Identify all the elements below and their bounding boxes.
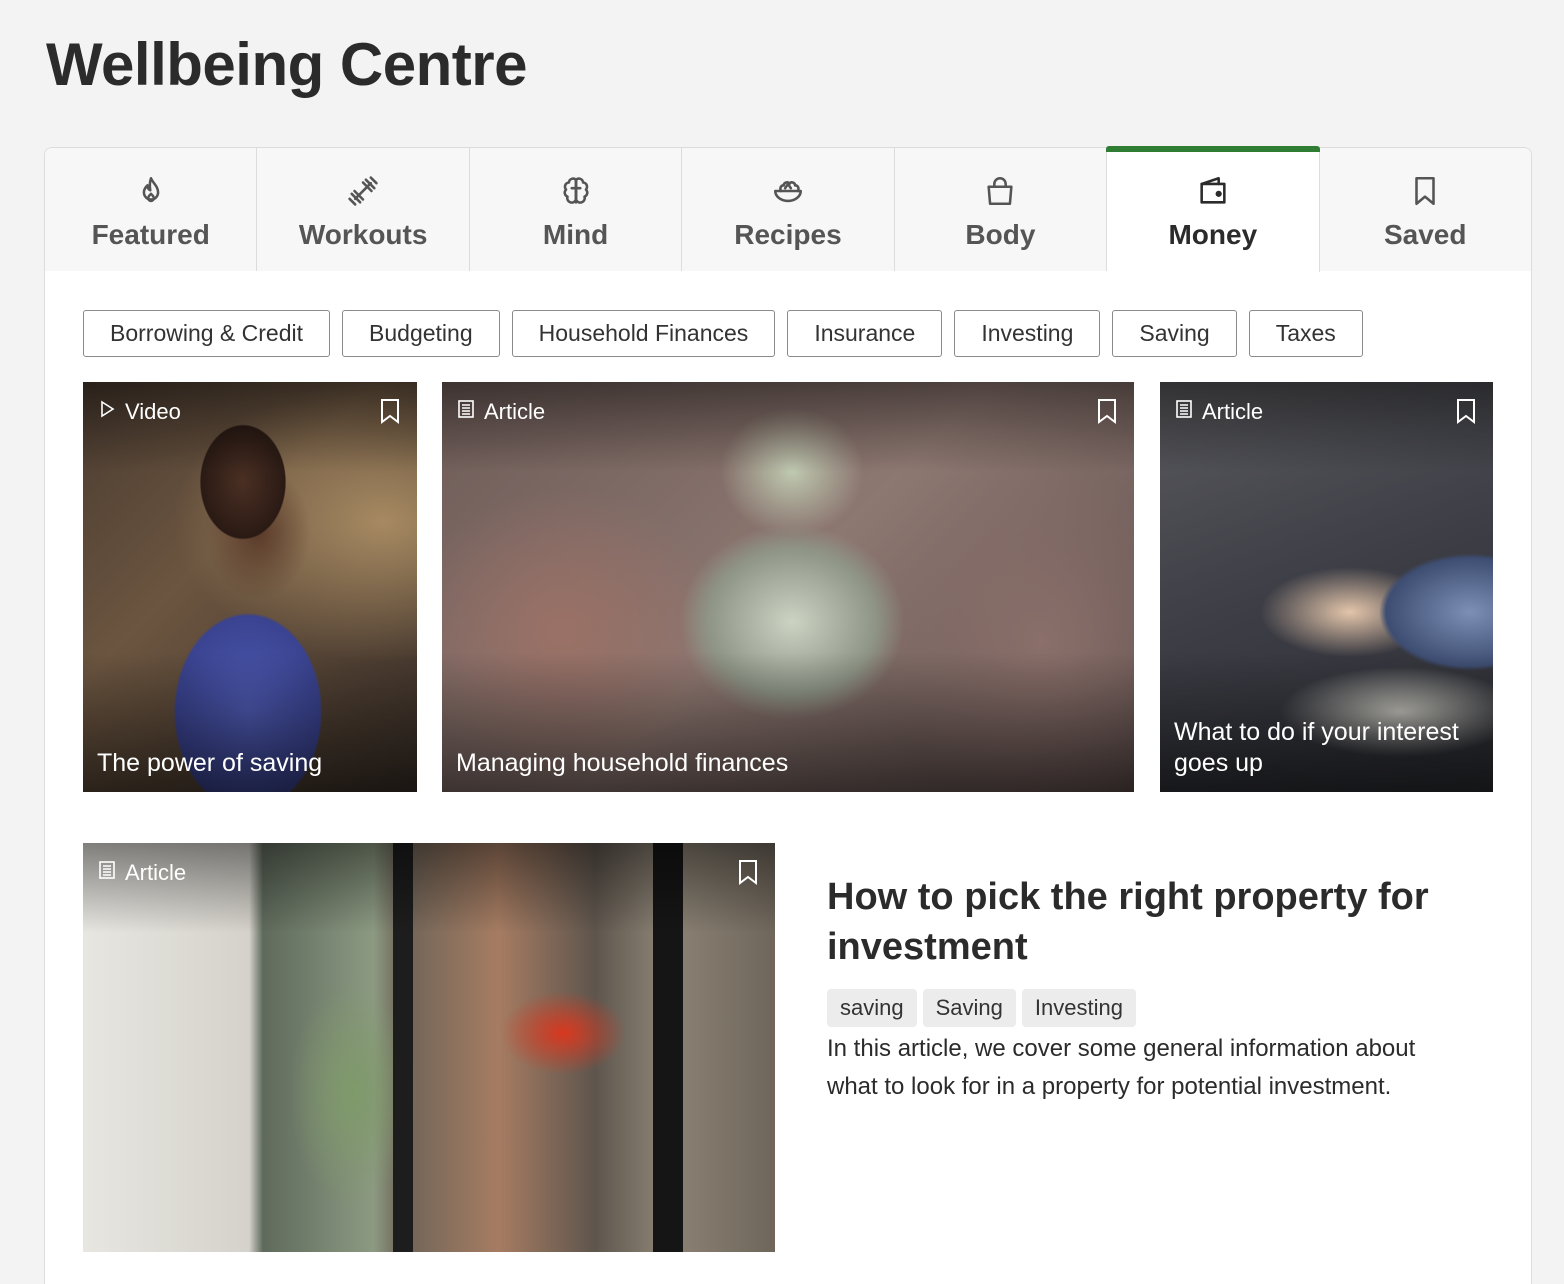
- featured-article-description: In this article, we cover some general i…: [827, 1035, 1416, 1100]
- brain-icon: [559, 174, 593, 213]
- tab-label: Saved: [1383, 219, 1467, 250]
- wallet-icon: [1196, 174, 1230, 213]
- tag: saving: [827, 989, 917, 1027]
- play-icon: [97, 399, 117, 425]
- tag: Saving: [922, 989, 1016, 1027]
- bookmark-button[interactable]: [1096, 398, 1118, 424]
- tag: Investing: [1021, 989, 1136, 1027]
- tab-label: Mind: [542, 219, 609, 250]
- tab-body[interactable]: Body: [894, 148, 1108, 271]
- content-type-label: Article: [456, 399, 545, 425]
- salad-bowl-icon: [771, 174, 805, 213]
- flame-icon: [134, 174, 168, 213]
- tab-featured[interactable]: Featured: [45, 148, 258, 271]
- dumbbell-icon: [346, 174, 380, 213]
- page-title: Wellbeing Centre: [46, 31, 527, 98]
- featured-article-title[interactable]: How to pick the right property for inves…: [827, 872, 1487, 972]
- article-icon: [97, 860, 117, 886]
- bookmark-icon: [1455, 399, 1477, 428]
- tab-saved[interactable]: Saved: [1319, 148, 1531, 271]
- filter-chip-household-finances[interactable]: Household Finances: [511, 310, 776, 357]
- tab-label: Money: [1168, 219, 1258, 250]
- tab-label: Body: [965, 219, 1036, 250]
- card-title: What to do if your interest goes up: [1174, 718, 1459, 777]
- shopping-bag-icon: [983, 174, 1017, 213]
- filter-chip-saving[interactable]: Saving: [1112, 310, 1237, 357]
- content-card[interactable]: Article Managing household finances: [442, 382, 1134, 792]
- content-card[interactable]: Video The power of saving: [83, 382, 417, 792]
- filter-chip-investing[interactable]: Investing: [954, 310, 1101, 357]
- bookmark-button[interactable]: [379, 398, 401, 424]
- bookmark-icon: [379, 399, 401, 428]
- bookmark-icon: [737, 860, 759, 889]
- content-type-text: Article: [125, 860, 187, 885]
- tab-label: Workouts: [298, 219, 428, 250]
- featured-article-tags: saving Saving Investing: [827, 989, 1136, 1027]
- article-icon: [456, 399, 476, 425]
- tab-label: Featured: [91, 219, 210, 250]
- filter-chips: Borrowing & Credit Budgeting Household F…: [83, 310, 1363, 357]
- filter-chip-borrowing-credit[interactable]: Borrowing & Credit: [83, 310, 331, 357]
- featured-card-image[interactable]: Article: [83, 843, 775, 1252]
- tab-money[interactable]: Money: [1106, 146, 1320, 272]
- content-type-label: Video: [97, 399, 181, 425]
- content-type-text: Article: [484, 399, 546, 424]
- tab-label: Recipes: [734, 219, 842, 250]
- bookmark-icon: [1096, 399, 1118, 428]
- tab-mind[interactable]: Mind: [469, 148, 683, 271]
- card-title: The power of saving: [97, 749, 323, 777]
- filter-chip-budgeting[interactable]: Budgeting: [342, 310, 500, 357]
- content-type-label: Article: [1174, 399, 1263, 425]
- tab-recipes[interactable]: Recipes: [682, 148, 895, 271]
- filter-chip-insurance[interactable]: Insurance: [787, 310, 943, 357]
- content-type-label: Article: [97, 860, 186, 886]
- bookmark-button[interactable]: [1455, 398, 1477, 424]
- content-type-text: Article: [1202, 399, 1264, 424]
- card-title: Managing household finances: [456, 749, 789, 777]
- content-panel: Featured Workouts Mind Recipes Body Mone…: [44, 146, 1532, 1284]
- category-tabs: Featured Workouts Mind Recipes Body Mone…: [45, 146, 1531, 272]
- bookmark-button[interactable]: [737, 859, 759, 885]
- tab-workouts[interactable]: Workouts: [257, 148, 470, 271]
- article-icon: [1174, 399, 1194, 425]
- content-card[interactable]: Article What to do if your interest goes…: [1160, 382, 1493, 792]
- content-type-text: Video: [125, 399, 181, 424]
- filter-chip-taxes[interactable]: Taxes: [1248, 310, 1363, 357]
- bookmark-icon: [1408, 174, 1442, 213]
